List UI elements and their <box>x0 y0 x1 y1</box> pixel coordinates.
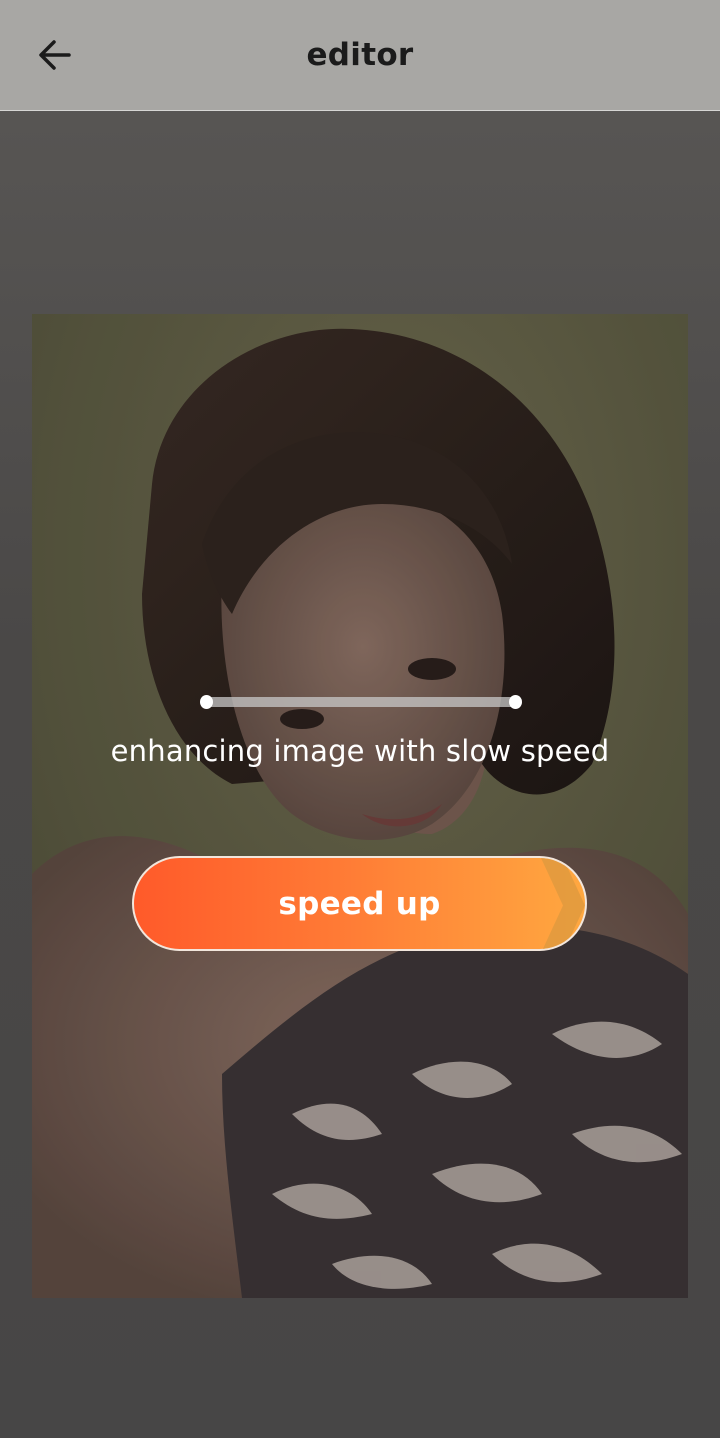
editor-screen: editor enhancing image with slow speed s… <box>0 0 720 1438</box>
speed-up-button[interactable]: speed up <box>132 856 587 951</box>
progress-bar <box>200 694 522 710</box>
speed-up-label: speed up <box>278 885 441 922</box>
progress-track <box>206 697 516 707</box>
progress-start-dot <box>200 695 213 709</box>
top-bar: editor <box>0 0 720 111</box>
status-text: enhancing image with slow speed <box>110 734 610 768</box>
photo-overlay <box>32 314 688 1298</box>
progress-end-dot <box>509 695 522 709</box>
page-title: editor <box>306 37 414 73</box>
